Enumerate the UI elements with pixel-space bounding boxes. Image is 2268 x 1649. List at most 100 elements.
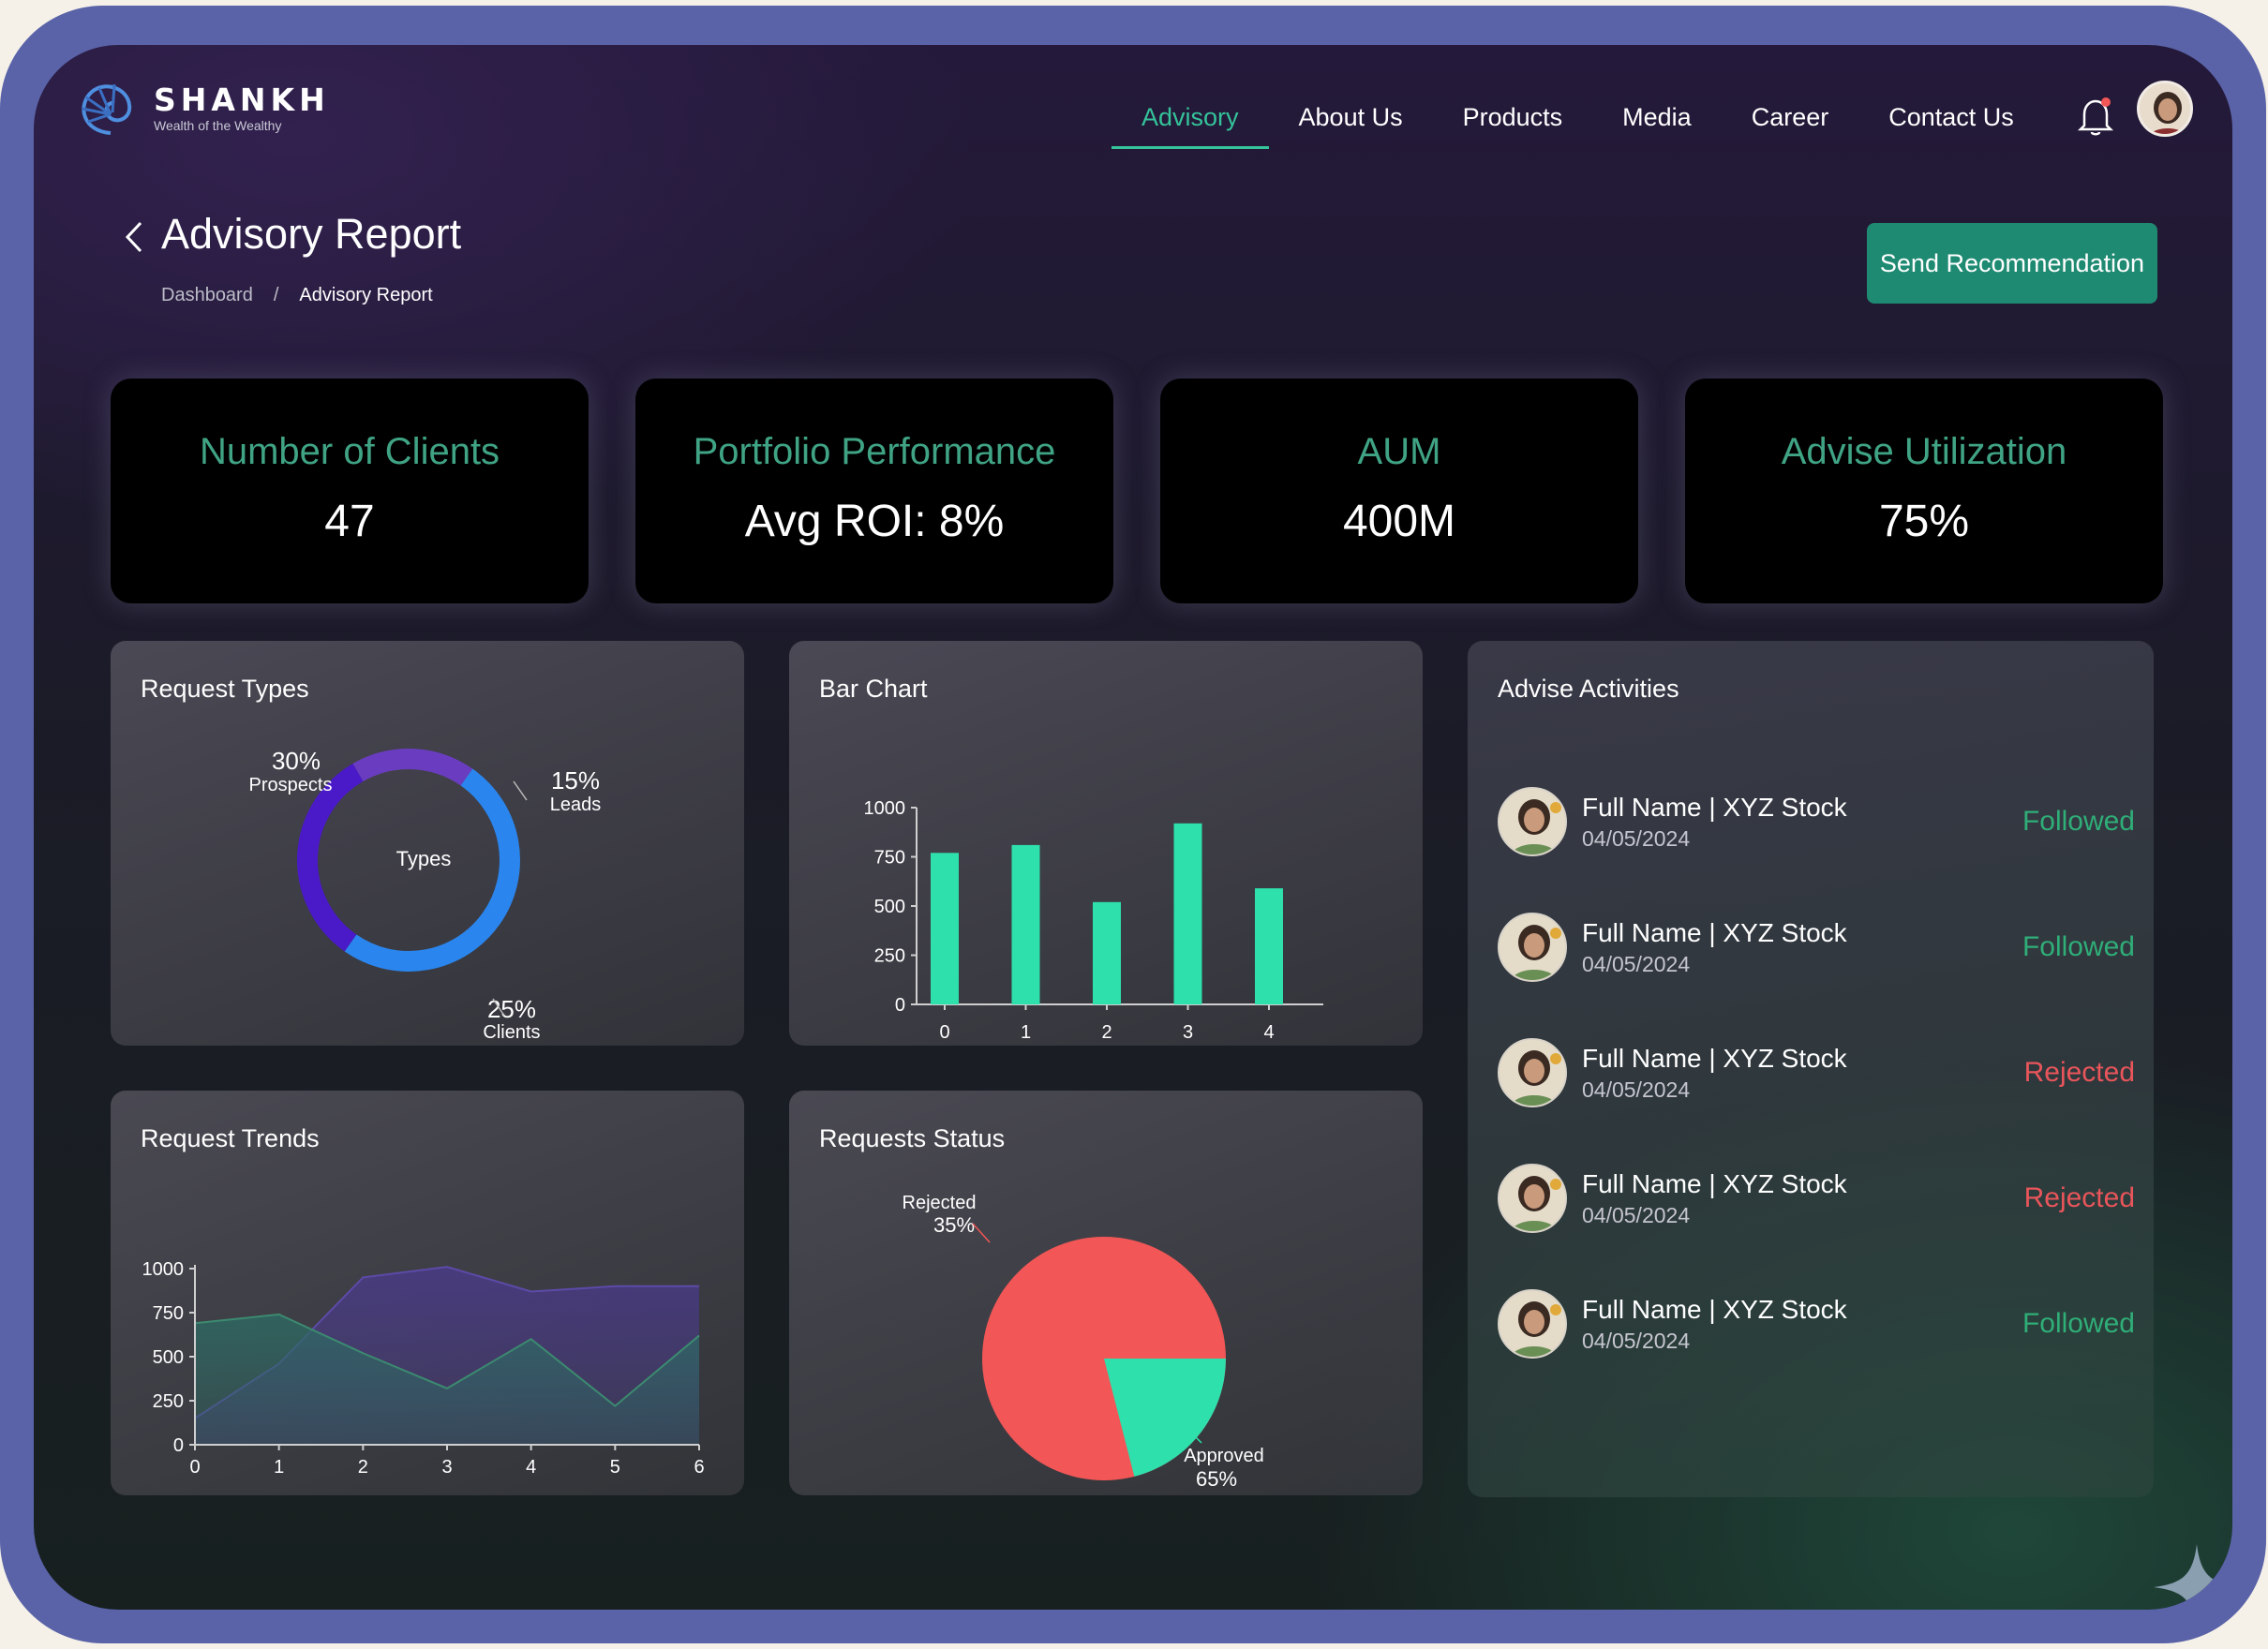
bar[interactable] — [1093, 901, 1121, 1004]
donut-center-label: Types — [396, 847, 452, 870]
send-recommendation-button[interactable]: Send Recommendation — [1867, 223, 2157, 304]
nav-item-advisory[interactable]: Advisory — [1112, 94, 1269, 149]
brand-tagline: Wealth of the Wealthy — [154, 118, 282, 133]
brand-name: SHANKH — [154, 82, 330, 118]
slice-percent: 15% — [551, 766, 600, 795]
request-types-chart: Types 30% Prospects 15% Leads 25% Client… — [249, 747, 602, 1043]
bar-chart: 0 250 500 750 1000 0 1 2 3 4 — [864, 798, 1323, 1043]
activity-row[interactable]: Full Name | XYZ Stock 04/05/2024 Rejected — [1498, 1034, 2135, 1109]
nav-item-products[interactable]: Products — [1433, 94, 1593, 149]
kpi-card-portfolio: Portfolio Performance Avg ROI: 8% — [635, 379, 1113, 603]
nav-item-media[interactable]: Media — [1592, 94, 1722, 149]
kpi-label: Advise Utilization — [1781, 431, 2067, 472]
nav-item-about-us[interactable]: About Us — [1269, 94, 1433, 149]
activity-name: Full Name | XYZ Stock — [1582, 1044, 1847, 1073]
x-tick-label: 1 — [274, 1457, 284, 1478]
kpi-card-aum: AUM 400M — [1160, 379, 1638, 603]
y-tick-label: 500 — [153, 1347, 184, 1368]
y-tick-label: 500 — [874, 897, 905, 917]
y-tick-label: 0 — [895, 995, 905, 1016]
activity-status[interactable]: Followed — [2022, 931, 2135, 963]
activity-name: Full Name | XYZ Stock — [1582, 918, 1847, 947]
requests-status-chart: Rejected 35% Approved 65% — [903, 1193, 1264, 1491]
notification-bell-icon[interactable] — [2077, 94, 2114, 139]
device-frame: SHANKH Wealth of the Wealthy Advisory Ab… — [0, 6, 2266, 1643]
activity-date: 04/05/2024 — [1582, 1203, 1691, 1227]
y-tick-label: 250 — [874, 946, 905, 967]
x-tick-label: 2 — [1101, 1022, 1112, 1043]
activity-date: 04/05/2024 — [1582, 1077, 1691, 1102]
breadcrumb-dashboard[interactable]: Dashboard — [161, 285, 253, 306]
slice-percent: 65% — [1196, 1467, 1237, 1491]
person-avatar-icon — [1500, 1291, 1565, 1357]
activity-avatar — [1498, 1164, 1567, 1233]
request-trends-chart: 0 250 500 750 1000 0 1 2 3 4 5 6 — [142, 1259, 705, 1478]
bar[interactable] — [931, 853, 959, 1004]
activity-row[interactable]: Full Name | XYZ Stock 04/05/2024 Followed — [1498, 909, 2135, 984]
activity-row[interactable]: Full Name | XYZ Stock 04/05/2024 Followed — [1498, 1285, 2135, 1360]
activity-date: 04/05/2024 — [1582, 952, 1691, 976]
x-tick-label: 1 — [1021, 1022, 1031, 1043]
kpi-card-utilization: Advise Utilization 75% — [1685, 379, 2163, 603]
x-tick-label: 3 — [1183, 1022, 1193, 1043]
x-tick-label: 4 — [526, 1457, 536, 1478]
activity-status[interactable]: Followed — [2022, 1308, 2135, 1340]
advise-activities-panel: Advise Activities Full Name | XYZ Stock 0… — [1468, 641, 2154, 1497]
slice-percent: 35% — [933, 1213, 975, 1237]
x-tick-label: 6 — [694, 1457, 704, 1478]
kpi-card-clients: Number of Clients 47 — [111, 379, 589, 603]
x-tick-label: 3 — [441, 1457, 452, 1478]
kpi-value: 47 — [324, 497, 375, 546]
bar-chart-panel: Bar Chart 0 250 500 750 1000 0 1 2 3 4 — [789, 641, 1423, 1046]
slice-percent: 25% — [487, 995, 536, 1023]
activity-status[interactable]: Followed — [2022, 806, 2135, 838]
brand-logo[interactable]: SHANKH Wealth of the Wealthy — [73, 77, 330, 141]
nav-item-contact-us[interactable]: Contact Us — [1858, 94, 2044, 149]
x-tick-label: 4 — [1263, 1022, 1274, 1043]
slice-label: Clients — [483, 1022, 540, 1043]
user-avatar[interactable] — [2137, 81, 2193, 137]
y-tick-label: 0 — [173, 1435, 184, 1456]
bar[interactable] — [1173, 823, 1202, 1004]
user-avatar-icon — [2140, 83, 2190, 134]
bar[interactable] — [1011, 844, 1040, 1004]
activity-name: Full Name | XYZ Stock — [1582, 1295, 1847, 1324]
x-tick-label: 5 — [610, 1457, 620, 1478]
panel-title: Advise Activities — [1498, 675, 1679, 703]
activity-name: Full Name | XYZ Stock — [1582, 1169, 1847, 1198]
activity-row[interactable]: Full Name | XYZ Stock 04/05/2024 Rejected — [1498, 1160, 2135, 1235]
kpi-value: 75% — [1878, 497, 1970, 546]
activity-row[interactable]: Full Name | XYZ Stock 04/05/2024 Followed — [1498, 783, 2135, 858]
activity-date: 04/05/2024 — [1582, 1329, 1691, 1353]
bar[interactable] — [1255, 888, 1283, 1004]
back-chevron-icon[interactable] — [122, 219, 146, 255]
activity-status[interactable]: Rejected — [2024, 1182, 2135, 1214]
slice-label: Leads — [550, 795, 602, 815]
y-tick-label: 750 — [153, 1303, 184, 1324]
donut-slice-leads[interactable] — [352, 749, 473, 786]
person-avatar-icon — [1500, 789, 1565, 854]
kpi-label: Number of Clients — [199, 431, 500, 472]
top-nav: Advisory About Us Products Media Career … — [1112, 94, 2044, 149]
kpi-value: 400M — [1342, 497, 1456, 546]
activity-status[interactable]: Rejected — [2024, 1057, 2135, 1089]
page-title: Advisory Report — [161, 210, 462, 258]
breadcrumb-separator: / — [273, 285, 279, 305]
donut-slice-prospects[interactable] — [297, 763, 364, 952]
breadcrumb-current: Advisory Report — [299, 285, 433, 305]
sparkle-icon[interactable] — [2150, 1540, 2232, 1610]
activity-name: Full Name | XYZ Stock — [1582, 793, 1847, 822]
person-avatar-icon — [1500, 914, 1565, 980]
slice-percent: 30% — [272, 747, 321, 775]
kpi-label: AUM — [1357, 431, 1441, 472]
activity-avatar — [1498, 913, 1567, 982]
x-tick-label: 0 — [189, 1457, 200, 1478]
app-screen: SHANKH Wealth of the Wealthy Advisory Ab… — [34, 45, 2232, 1610]
nav-item-career[interactable]: Career — [1722, 94, 1859, 149]
request-types-panel: Request Types Types 30% Prospects 15% Le… — [111, 641, 744, 1046]
y-tick-label: 1000 — [142, 1259, 185, 1280]
activity-date: 04/05/2024 — [1582, 826, 1691, 851]
x-tick-label: 0 — [939, 1022, 949, 1043]
slice-label: Approved — [1184, 1446, 1264, 1466]
person-avatar-icon — [1500, 1040, 1565, 1106]
